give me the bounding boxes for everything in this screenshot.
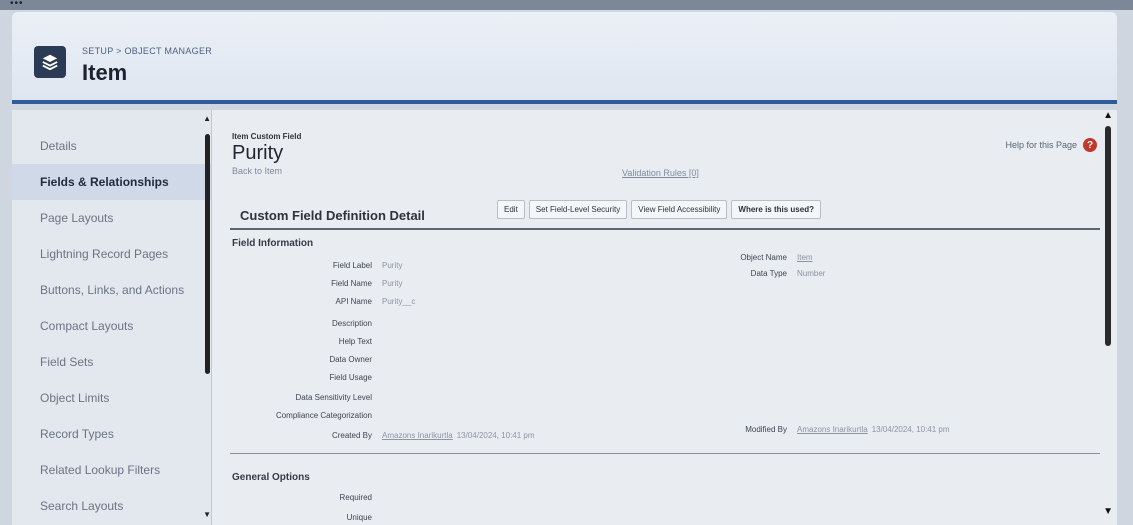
sidebar-item-lightning-record-pages[interactable]: Lightning Record Pages [12, 236, 211, 272]
field-label: Compliance Categorization [275, 410, 372, 420]
sidebar-list: Details Fields & Relationships Page Layo… [12, 110, 211, 524]
modified-by-timestamp: 13/04/2024, 10:41 pm [871, 424, 950, 434]
sidebar-item-label: Field Sets [40, 355, 94, 369]
field-label: Data Sensitivity Level [295, 392, 372, 402]
field-label: API Name [335, 296, 372, 306]
sidebar-item-page-layouts[interactable]: Page Layouts [12, 200, 211, 236]
scroll-down-icon[interactable]: ▼ [1103, 506, 1113, 517]
field-label: Unique [346, 512, 372, 522]
divider [230, 453, 1100, 454]
field-value: Purity [382, 278, 403, 288]
sidebar-scroll-thumb[interactable] [205, 134, 210, 374]
field-information-title: Field Information [232, 238, 314, 249]
field-label: Modified By [745, 424, 787, 434]
detail-section-header: Custom Field Definition Detail [240, 208, 425, 223]
scroll-up-icon[interactable]: ▲ [1103, 110, 1113, 121]
back-to-item-link[interactable]: Back to Item [232, 166, 282, 176]
view-field-accessibility-button[interactable]: View Field Accessibility [631, 200, 728, 219]
field-label: Object Name [740, 252, 787, 262]
field-label: Field Name [331, 278, 372, 288]
field-row: Data Owner [282, 352, 382, 366]
field-label: Help Text [338, 336, 372, 346]
sidebar-item-buttons-links-actions[interactable]: Buttons, Links, and Actions [12, 272, 211, 308]
sidebar-item-fields-relationships[interactable]: Fields & Relationships [12, 164, 211, 200]
sidebar-item-label: Details [40, 139, 77, 153]
sidebar-scrollbar[interactable]: ▲ ▼ [203, 110, 211, 525]
object-title: Item [82, 60, 128, 85]
field-row: Data Type Number [697, 266, 826, 280]
object-name-link[interactable]: Item [797, 253, 813, 262]
field-row: Field Usage [282, 370, 382, 384]
general-options-title: General Options [232, 472, 310, 483]
created-by-row: Created By Amazons Inarikurtla 13/04/202… [282, 428, 535, 442]
help-link[interactable]: Help for this Page ? [1005, 138, 1097, 152]
sidebar-item-label: Related Lookup Filters [40, 463, 161, 477]
field-row: Unique [282, 510, 382, 524]
sidebar-item-label: Object Limits [40, 391, 110, 405]
help-icon[interactable]: ? [1083, 138, 1097, 152]
field-row: Description [282, 316, 382, 330]
field-row: Field Name Purity [282, 276, 402, 290]
modified-by-user-link[interactable]: Amazons Inarikurtla [797, 425, 868, 434]
field-label: Data Type [750, 268, 787, 278]
sidebar-item-label: Record Types [40, 427, 114, 441]
where-is-this-used-button[interactable]: Where is this used? [731, 200, 821, 219]
field-value: Number [797, 268, 826, 278]
field-row: Help Text [282, 334, 382, 348]
field-value: Purity [382, 260, 403, 270]
sidebar-item-compact-layouts[interactable]: Compact Layouts [12, 308, 211, 344]
edit-button[interactable]: Edit [497, 200, 525, 219]
layers-icon [34, 46, 66, 78]
page-title: Purity [232, 142, 284, 164]
action-button-row: Edit Set Field-Level Security View Field… [497, 200, 821, 219]
field-label: Field Label [332, 260, 372, 270]
sidebar-item-label: Page Layouts [40, 211, 114, 225]
field-row: API Name Purity__c [282, 294, 416, 308]
sidebar: Details Fields & Relationships Page Layo… [12, 110, 212, 525]
sidebar-item-label: Search Layouts [40, 499, 124, 513]
field-row: Field Label Purity [282, 258, 403, 272]
field-row: Compliance Categorization [262, 408, 382, 422]
divider [230, 228, 1100, 230]
sidebar-item-label: Compact Layouts [40, 319, 134, 333]
breadcrumb[interactable]: SETUP > OBJECT MANAGER [82, 46, 212, 56]
sidebar-item-details[interactable]: Details [12, 128, 211, 164]
field-row: Data Sensitivity Level [282, 390, 382, 404]
sidebar-item-record-types[interactable]: Record Types [12, 416, 211, 452]
field-label: Data Owner [329, 354, 372, 364]
created-by-timestamp: 13/04/2024, 10:41 pm [456, 430, 535, 440]
validation-rules-link[interactable]: Validation Rules [0] [622, 168, 699, 178]
set-field-level-security-button[interactable]: Set Field-Level Security [528, 200, 628, 219]
top-strip: ••• [0, 0, 1133, 10]
main-scroll-thumb[interactable] [1105, 126, 1111, 346]
scroll-down-icon[interactable]: ▼ [203, 510, 211, 519]
field-row: Object Name Item [697, 250, 813, 264]
object-header: SETUP > OBJECT MANAGER Item [12, 12, 1117, 104]
field-value: Purity__c [382, 296, 416, 306]
created-by-user-link[interactable]: Amazons Inarikurtla [382, 431, 453, 440]
modified-by-row: Modified By Amazons Inarikurtla 13/04/20… [697, 422, 950, 436]
sidebar-item-field-sets[interactable]: Field Sets [12, 344, 211, 380]
sidebar-item-label: Buttons, Links, and Actions [40, 283, 185, 297]
field-label: Required [339, 492, 372, 502]
sidebar-item-label: Lightning Record Pages [40, 247, 169, 261]
main-content: Help for this Page ? ▲ ▼ Item Custom Fie… [212, 110, 1117, 525]
sidebar-item-label: Fields & Relationships [40, 175, 169, 189]
field-row: Required [282, 490, 382, 504]
app-launcher-icon[interactable]: ••• [10, 0, 24, 9]
sidebar-item-search-layouts[interactable]: Search Layouts [12, 488, 211, 524]
scroll-up-icon[interactable]: ▲ [203, 114, 211, 123]
sidebar-item-object-limits[interactable]: Object Limits [12, 380, 211, 416]
field-label: Field Usage [329, 372, 372, 382]
help-link-label: Help for this Page [1005, 140, 1077, 150]
page-label: Item Custom Field [232, 132, 302, 141]
field-label: Description [331, 318, 372, 328]
sidebar-item-related-lookup-filters[interactable]: Related Lookup Filters [12, 452, 211, 488]
field-label: Created By [331, 430, 372, 440]
